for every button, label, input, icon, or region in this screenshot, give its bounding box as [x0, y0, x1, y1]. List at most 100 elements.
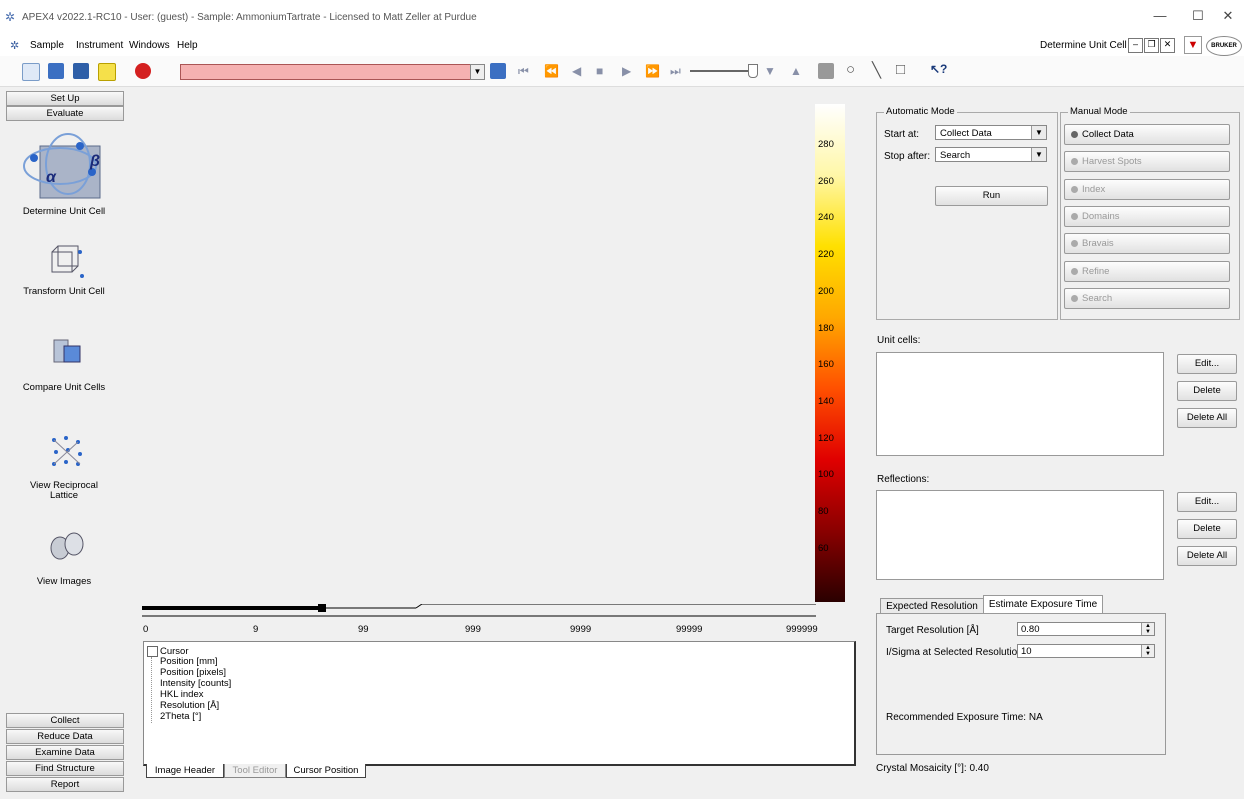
- maximize-button[interactable]: ☐: [1188, 8, 1208, 26]
- help-pointer-icon[interactable]: ↖?: [930, 62, 947, 76]
- minimize-button[interactable]: —: [1150, 8, 1170, 26]
- cursor-tree-item: HKL index: [160, 689, 204, 700]
- manual-button-label: Index: [1082, 183, 1106, 195]
- tab-expected-resolution[interactable]: Expected Resolution: [880, 598, 984, 614]
- manual-harvest-spots-button[interactable]: Harvest Spots: [1064, 151, 1230, 173]
- stop-after-select[interactable]: Search ▼: [935, 147, 1047, 162]
- circle-tool-icon[interactable]: ○: [846, 61, 855, 78]
- open-image-icon[interactable]: [490, 63, 506, 79]
- start-at-select[interactable]: Collect Data ▼: [935, 125, 1047, 140]
- save-folder-icon[interactable]: [73, 63, 89, 79]
- view-reciprocal-lattice-label-2[interactable]: Lattice: [0, 490, 128, 501]
- cursor-tree-item: Position [pixels]: [160, 667, 227, 678]
- view-images-label[interactable]: View Images: [0, 576, 128, 587]
- line-tool-icon[interactable]: ╲: [872, 61, 881, 79]
- ruler-tick-label: 9999: [570, 624, 592, 635]
- tab-tool-editor[interactable]: Tool Editor: [224, 764, 286, 778]
- cursor-tree-item: Position [mm]: [160, 656, 218, 667]
- spinner-icon[interactable]: ▲ ▼: [1141, 623, 1154, 635]
- menu-instrument[interactable]: Instrument: [76, 40, 123, 51]
- unit-cells-delete-all-button[interactable]: Delete All: [1177, 408, 1237, 428]
- unit-cell-alpha-beta-icon[interactable]: α β: [20, 128, 112, 200]
- ruler-tick-label: 9: [253, 624, 259, 635]
- rectangle-tool-icon[interactable]: □: [896, 61, 905, 78]
- last-frame-icon[interactable]: ⏭: [670, 64, 681, 79]
- cursor-checkbox[interactable]: [147, 646, 158, 657]
- open-folder-icon[interactable]: [48, 63, 64, 79]
- colorbar-tick-label: 140: [818, 395, 834, 407]
- compare-unit-cells-label[interactable]: Compare Unit Cells: [0, 382, 128, 393]
- lattice-cube-icon[interactable]: [46, 242, 86, 280]
- isigma-input[interactable]: 10 ▲ ▼: [1017, 644, 1155, 658]
- rewind-icon[interactable]: ⏪: [544, 64, 559, 78]
- isigma-value: 10: [1021, 646, 1032, 657]
- manual-refine-button[interactable]: Refine: [1064, 260, 1230, 282]
- progress-dropdown-button[interactable]: ▼: [470, 64, 485, 80]
- intensity-ruler[interactable]: [140, 603, 816, 624]
- reciprocal-lattice-icon[interactable]: [48, 434, 86, 468]
- note-icon[interactable]: [98, 63, 116, 81]
- svg-text:β: β: [89, 153, 100, 170]
- manual-search-button[interactable]: Search: [1064, 287, 1230, 309]
- image-viewport[interactable]: [130, 90, 814, 602]
- crystal-mosaicity-text: Crystal Mosaicity [°]: 0.40: [876, 763, 989, 774]
- find-structure-button[interactable]: Find Structure: [6, 761, 124, 776]
- stop-playback-icon[interactable]: ■: [596, 64, 603, 78]
- speed-slider[interactable]: [690, 70, 755, 72]
- unit-cells-list[interactable]: [876, 352, 1164, 456]
- spinner-icon[interactable]: ▲ ▼: [1141, 645, 1154, 657]
- bruker-filter-icon[interactable]: ▼: [1184, 36, 1202, 54]
- unit-cells-delete-button[interactable]: Delete: [1177, 381, 1237, 401]
- manual-button-label: Domains: [1082, 210, 1120, 222]
- mdi-minimize-button[interactable]: –: [1128, 38, 1143, 53]
- reflections-list[interactable]: [876, 490, 1164, 580]
- tab-image-header[interactable]: Image Header: [146, 764, 224, 778]
- reflections-label: Reflections:: [877, 474, 930, 485]
- camera-icon[interactable]: [818, 63, 834, 79]
- manual-bravais-button[interactable]: Bravais: [1064, 233, 1230, 255]
- menu-windows[interactable]: Windows: [129, 40, 170, 51]
- run-button[interactable]: Run: [935, 186, 1048, 206]
- reflections-delete-button[interactable]: Delete: [1177, 519, 1237, 539]
- collect-button[interactable]: Collect: [6, 713, 124, 728]
- menu-sample[interactable]: Sample: [30, 40, 64, 51]
- tab-estimate-exposure-time-label: Estimate Exposure Time: [988, 599, 1098, 610]
- manual-button-label: Search: [1082, 292, 1113, 304]
- new-document-icon[interactable]: [22, 63, 40, 81]
- dropdown-icon[interactable]: ▼: [764, 64, 776, 78]
- unit-cells-edit-button[interactable]: Edit...: [1177, 354, 1237, 374]
- mdi-close-button[interactable]: ✕: [1160, 38, 1175, 53]
- report-button[interactable]: Report: [6, 777, 124, 792]
- first-frame-icon[interactable]: ⏮: [518, 64, 529, 79]
- reduce-data-button[interactable]: Reduce Data: [6, 729, 124, 744]
- target-resolution-input[interactable]: 0.80 ▲ ▼: [1017, 622, 1155, 636]
- mdi-restore-button[interactable]: ❐: [1144, 38, 1159, 53]
- previous-frame-icon[interactable]: ◀: [572, 64, 581, 78]
- reflections-delete-all-button[interactable]: Delete All: [1177, 546, 1237, 566]
- transform-unit-cell-label[interactable]: Transform Unit Cell: [0, 286, 128, 297]
- colorbar-tick-label: 280: [818, 139, 834, 150]
- manual-index-button[interactable]: Index: [1064, 178, 1230, 200]
- next-frame-icon[interactable]: ▶: [622, 64, 631, 78]
- tab-estimate-exposure-time[interactable]: Estimate Exposure Time: [983, 595, 1103, 614]
- binoculars-icon[interactable]: [48, 528, 84, 562]
- manual-domains-button[interactable]: Domains: [1064, 205, 1230, 227]
- determine-unit-cell-label[interactable]: Determine Unit Cell: [0, 206, 128, 217]
- manual-collect-data-button[interactable]: Collect Data: [1064, 124, 1230, 145]
- menu-help[interactable]: Help: [177, 40, 198, 51]
- isigma-label: I/Sigma at Selected Resolution: [886, 647, 1023, 658]
- reflections-edit-button[interactable]: Edit...: [1177, 492, 1237, 512]
- up-icon[interactable]: ▲: [790, 64, 802, 78]
- evaluate-button[interactable]: Evaluate: [6, 106, 124, 121]
- tab-cursor-position[interactable]: Cursor Position: [286, 764, 366, 778]
- set-up-button[interactable]: Set Up: [6, 91, 124, 106]
- fast-forward-icon[interactable]: ⏩: [645, 64, 660, 78]
- close-button[interactable]: ✕: [1218, 8, 1238, 26]
- colorbar-tick-label: 220: [818, 249, 834, 261]
- examine-data-button[interactable]: Examine Data: [6, 745, 124, 760]
- stop-icon[interactable]: [135, 63, 151, 79]
- compare-boxes-icon[interactable]: [50, 336, 84, 366]
- app-icon: ✲: [5, 10, 16, 24]
- speed-slider-handle[interactable]: [748, 64, 758, 78]
- tab-tool-editor-label: Tool Editor: [232, 765, 278, 776]
